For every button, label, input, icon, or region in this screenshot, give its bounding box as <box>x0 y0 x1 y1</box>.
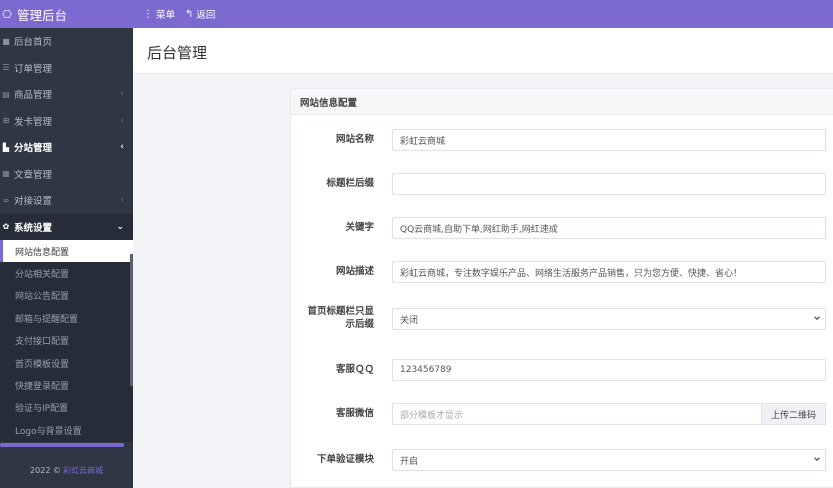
chevron-down-icon <box>814 316 820 320</box>
submenu-verify-ip[interactable]: 验证与IP配置 <box>0 397 133 419</box>
sidebar-menu: ■ 后台首页 ☰ 订单管理 ▤ 商品管理 ‹ ⊞ 发卡管理 ‹ ▙ 分站管理 ‹… <box>0 28 133 240</box>
form-row-service-wechat: 客服微信 部分模板才显示 上传二维码 <box>291 403 833 425</box>
sidebar-item-label: 分站管理 <box>14 143 53 155</box>
upload-qrcode-button[interactable]: 上传二维码 <box>762 403 826 425</box>
title-only-suffix-select[interactable]: 关闭 <box>392 308 826 330</box>
submenu-email-alerts[interactable]: 邮箱与提醒配置 <box>0 307 133 329</box>
chevron-down-icon <box>814 457 820 461</box>
sidebar-item-dashboard[interactable]: ■ 后台首页 <box>0 28 133 55</box>
service-qq-label: 客服ＱＱ <box>335 364 374 375</box>
brand[interactable]: ⎔ 管理后台 <box>0 0 133 28</box>
top-nav: ⋮ 菜单 ↰ 返回 <box>133 7 216 22</box>
description-label: 网站描述 <box>335 266 374 277</box>
title-suffix-label: 标题栏后缀 <box>326 178 374 189</box>
chevron-left-icon: ‹ <box>120 115 124 126</box>
submenu-substation-config[interactable]: 分站相关配置 <box>0 262 133 284</box>
back-label: 返回 <box>196 10 216 21</box>
title-only-suffix-label-line2: 示后缀 <box>345 319 374 330</box>
submenu-announcement[interactable]: 网站公告配置 <box>0 285 133 307</box>
order-verify-value: 开启 <box>400 456 419 467</box>
top-bar: ⎔ 管理后台 ⋮ 菜单 ↰ 返回 <box>0 0 833 28</box>
submenu-site-info[interactable]: 网站信息配置 <box>0 240 133 263</box>
sidebar-item-orders[interactable]: ☰ 订单管理 <box>0 55 133 82</box>
grid-icon: ⊞ <box>2 116 10 126</box>
page-title: 后台管理 <box>147 44 208 62</box>
cart-icon: ▤ <box>2 89 10 99</box>
menu-label: 菜单 <box>156 10 176 21</box>
sidebar-horizontal-scrollbar[interactable] <box>0 443 124 447</box>
document-icon: ▦ <box>2 169 10 179</box>
site-name-label: 网站名称 <box>335 134 374 145</box>
submenu-home-template[interactable]: 首页模板设置 <box>0 352 133 374</box>
service-wechat-label: 客服微信 <box>335 408 374 419</box>
cube-icon: ⎔ <box>2 7 12 21</box>
form-row-service-qq: 客服ＱＱ 123456789 <box>291 359 833 381</box>
site-info-panel: 网站信息配置 网站名称 彩虹云商城 标题栏后缀 关键字 QQ云商城,自助下单,网… <box>290 88 833 488</box>
order-verify-select[interactable]: 开启 <box>392 449 826 471</box>
sidebar-item-integration[interactable]: ∞ 对接设置 ‹ <box>0 187 133 214</box>
footer-link[interactable]: 彩虹云商城 <box>63 465 103 476</box>
service-qq-input[interactable]: 123456789 <box>392 359 826 381</box>
chevron-left-icon: ‹ <box>120 89 124 100</box>
sidebar-item-label: 发卡管理 <box>14 116 53 128</box>
title-only-suffix-label: 首页标题栏只显 示后缀 <box>307 305 374 331</box>
sidebar: ■ 后台首页 ☰ 订单管理 ▤ 商品管理 ‹ ⊞ 发卡管理 ‹ ▙ 分站管理 ‹… <box>0 28 133 488</box>
form-row-site-name: 网站名称 彩虹云商城 <box>291 129 833 151</box>
sidebar-item-label: 商品管理 <box>14 90 53 102</box>
form-row-description: 网站描述 彩虹云商城，专注数字娱乐产品、网络生活服务产品销售，只为您方便、快捷、… <box>291 261 833 283</box>
title-suffix-input[interactable] <box>392 173 826 195</box>
gear-icon: ✿ <box>2 222 10 232</box>
sidebar-item-label: 订单管理 <box>14 63 53 75</box>
menu-icon: ⋮ <box>143 8 153 20</box>
service-wechat-input[interactable]: 部分模板才显示 <box>392 403 762 425</box>
chevron-left-icon: ‹ <box>120 195 124 206</box>
chevron-down-icon: ⌄ <box>116 221 124 232</box>
system-settings-submenu: 网站信息配置 分站相关配置 网站公告配置 邮箱与提醒配置 支付接口配置 首页模板… <box>0 240 133 442</box>
chevron-left-icon: ‹ <box>120 142 124 153</box>
sidebar-item-articles[interactable]: ▦ 文章管理 <box>0 161 133 188</box>
site-name-input[interactable]: 彩虹云商城 <box>392 129 826 151</box>
panel-heading: 网站信息配置 <box>291 89 833 115</box>
sidebar-footer: 2022 © 彩虹云商城 <box>0 452 133 488</box>
order-verify-label: 下单验证模块 <box>316 454 374 465</box>
description-input[interactable]: 彩虹云商城，专注数字娱乐产品、网络生活服务产品销售，只为您方便、快捷、省心！ <box>392 261 826 283</box>
page-header: 后台管理 <box>133 28 833 74</box>
submenu-quick-login[interactable]: 快捷登录配置 <box>0 374 133 396</box>
form-row-title-only-suffix: 首页标题栏只显 示后缀 关闭 <box>291 305 833 333</box>
sidebar-item-cards[interactable]: ⊞ 发卡管理 ‹ <box>0 108 133 135</box>
sidebar-item-label: 后台首页 <box>14 37 53 49</box>
title-only-suffix-label-line1: 首页标题栏只显 <box>307 306 374 317</box>
sidebar-item-label: 对接设置 <box>14 196 53 208</box>
submenu-scrollbar[interactable] <box>130 254 133 386</box>
return-arrow-icon: ↰ <box>185 8 194 20</box>
title-only-suffix-value: 关闭 <box>400 315 419 326</box>
sidebar-item-label: 文章管理 <box>14 169 53 181</box>
sidebar-item-products[interactable]: ▤ 商品管理 ‹ <box>0 81 133 108</box>
submenu-logo-background[interactable]: Logo与背景设置 <box>0 419 133 441</box>
sitemap-icon: ▙ <box>2 142 10 152</box>
submenu-payment[interactable]: 支付接口配置 <box>0 330 133 352</box>
sidebar-item-substations[interactable]: ▙ 分站管理 ‹ <box>0 134 133 161</box>
menu-toggle-button[interactable]: ⋮ 菜单 <box>143 7 176 22</box>
list-icon: ☰ <box>2 63 10 73</box>
brand-title: 管理后台 <box>17 7 68 23</box>
form-row-order-verify: 下单验证模块 开启 <box>291 449 833 471</box>
footer-year: 2022 © <box>30 465 61 475</box>
sidebar-item-system-settings[interactable]: ✿ 系统设置 ⌄ <box>0 213 133 240</box>
form-row-keywords: 关键字 QQ云商城,自助下单,网红助手,网红速成 <box>291 217 833 239</box>
link-icon: ∞ <box>2 195 10 205</box>
back-button[interactable]: ↰ 返回 <box>185 7 216 22</box>
keywords-input[interactable]: QQ云商城,自助下单,网红助手,网红速成 <box>392 217 826 239</box>
home-icon: ■ <box>2 36 10 46</box>
form-row-title-suffix: 标题栏后缀 <box>291 173 833 195</box>
keywords-label: 关键字 <box>345 222 374 233</box>
sidebar-item-label: 系统设置 <box>14 222 53 234</box>
